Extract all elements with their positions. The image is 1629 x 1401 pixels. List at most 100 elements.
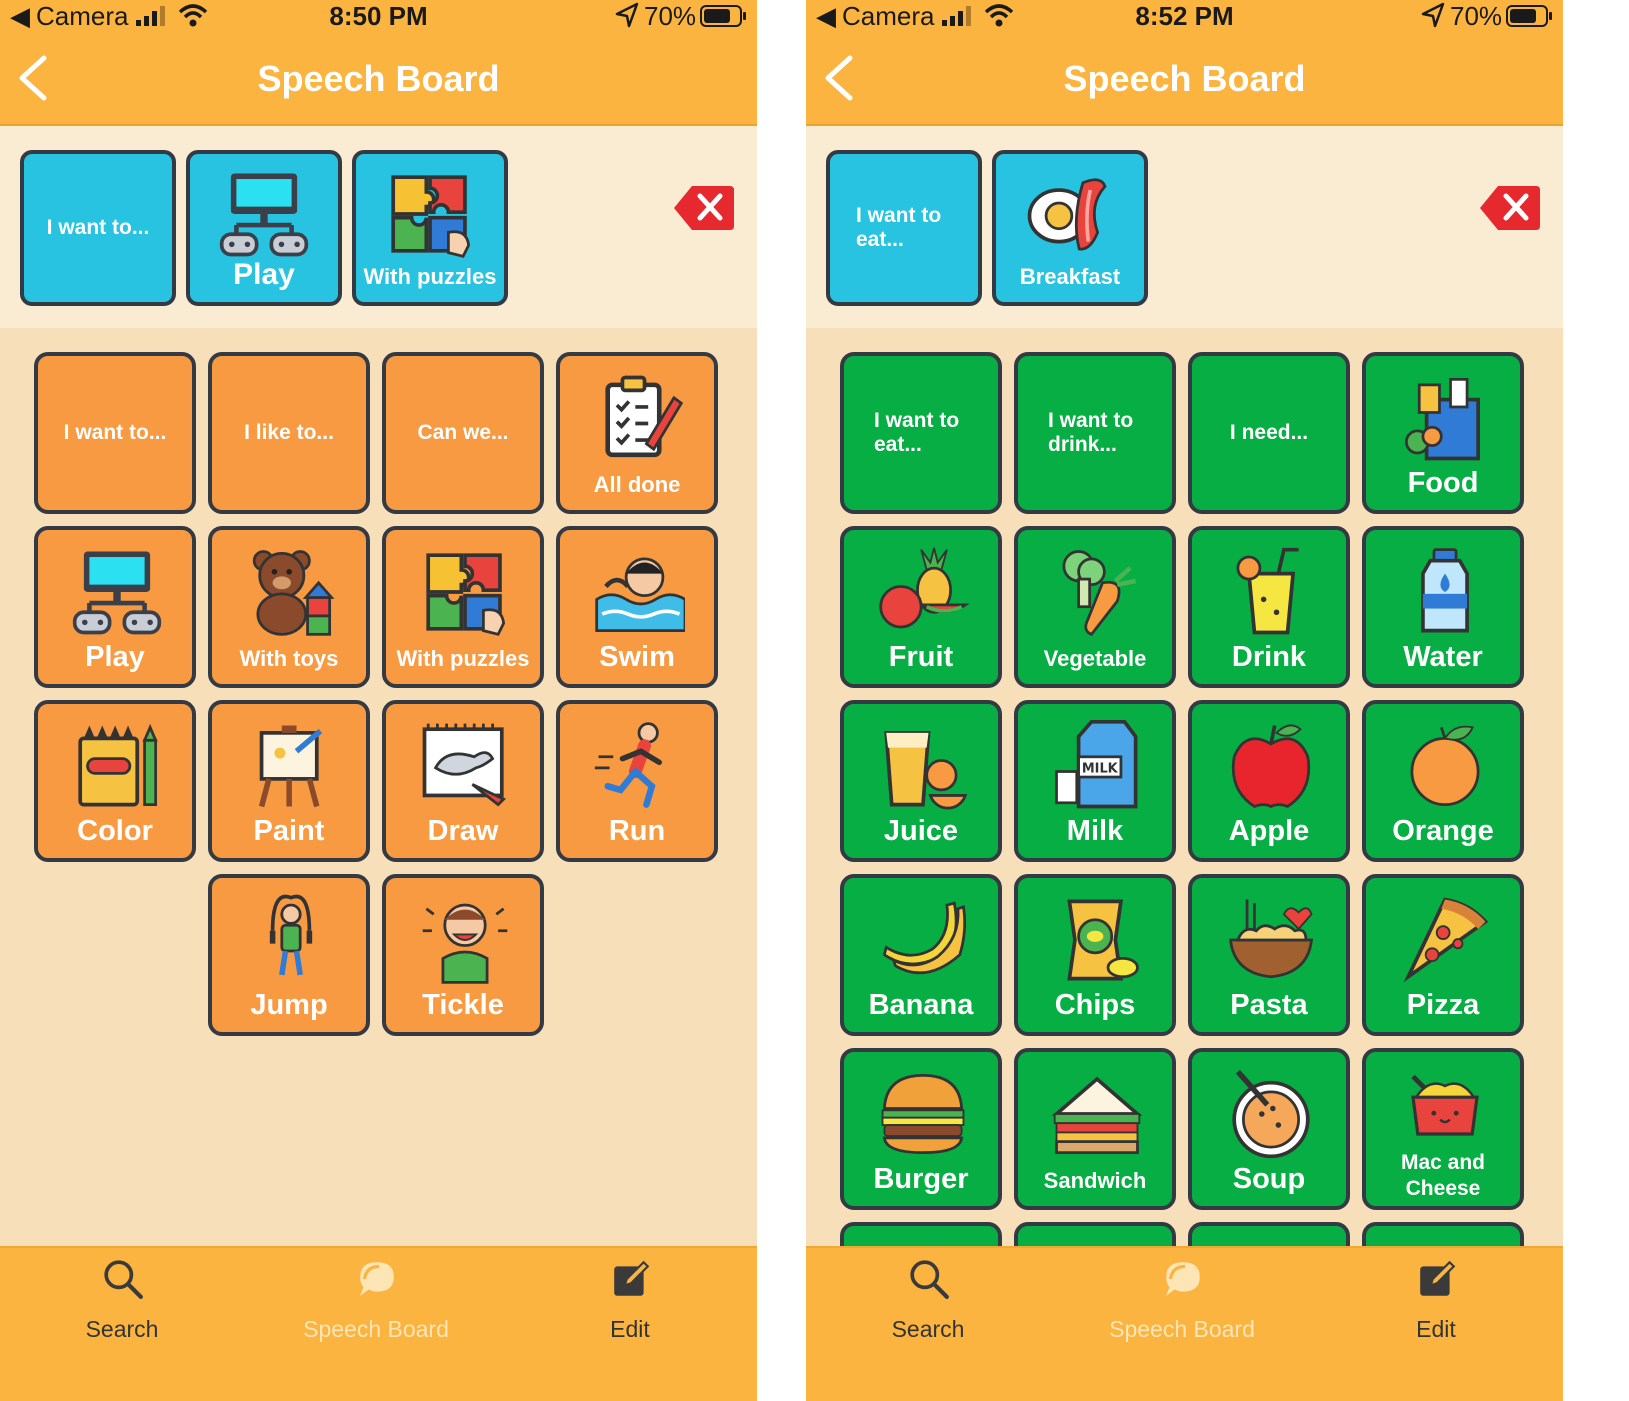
- status-bar: ◀ Camera 8:52 PM 70%: [806, 0, 1563, 34]
- tab-speech-board[interactable]: Speech Board: [1082, 1248, 1282, 1348]
- tile-draw[interactable]: Draw: [382, 700, 544, 862]
- tile-label: Apple: [1228, 815, 1310, 847]
- tile-drink[interactable]: Drink: [1188, 526, 1350, 688]
- tile-pizza[interactable]: Pizza: [1362, 874, 1524, 1036]
- tile-label: Pasta: [1230, 989, 1308, 1021]
- tile-milk[interactable]: Milk: [1014, 700, 1176, 862]
- tile-all-done[interactable]: All done: [556, 352, 718, 514]
- strip-tile-i-want-to[interactable]: I want to...: [20, 150, 176, 306]
- tab-label: Edit: [1416, 1316, 1456, 1342]
- tile-label: I like to...: [244, 421, 334, 444]
- tile-soup[interactable]: Soup: [1188, 1048, 1350, 1210]
- puzzle-icon: [384, 168, 476, 260]
- clear-delete-icon[interactable]: [672, 184, 734, 232]
- tile-vegetable[interactable]: Vegetable: [1014, 526, 1176, 688]
- fruit-icon: [877, 546, 969, 638]
- banana-icon: [877, 894, 969, 986]
- strip-tile-with-puzzles[interactable]: With puzzles: [352, 150, 508, 306]
- tile-label: Can we...: [417, 421, 509, 444]
- tile-label: Fruit: [888, 641, 954, 673]
- tile-label: With toys: [239, 646, 339, 671]
- tile-i-like-to[interactable]: I like to...: [208, 352, 370, 514]
- tile-label: Color: [77, 815, 153, 847]
- clear-delete-icon[interactable]: [1478, 184, 1540, 232]
- tile-label: Vegetable: [1043, 646, 1147, 671]
- tile-apple[interactable]: Apple: [1188, 700, 1350, 862]
- strip-tile-play[interactable]: Play: [186, 150, 342, 306]
- sketchbook-icon: [419, 720, 511, 812]
- tile-label: Jump: [250, 989, 328, 1021]
- tile-i-want-to-eat[interactable]: I want to eat...: [840, 352, 1002, 514]
- navigation-bar: Speech Board: [0, 34, 757, 126]
- tile-burger[interactable]: Burger: [840, 1048, 1002, 1210]
- tab-speech-board[interactable]: Speech Board: [276, 1248, 476, 1348]
- tab-label: Search: [85, 1316, 159, 1342]
- tile-with-toys[interactable]: With toys: [208, 526, 370, 688]
- tile-i-want-to-drink[interactable]: I want to drink...: [1014, 352, 1176, 514]
- tile-banana[interactable]: Banana: [840, 874, 1002, 1036]
- speech-bubble-icon: [1162, 1258, 1204, 1300]
- tab-edit[interactable]: Edit: [1336, 1248, 1536, 1348]
- tile-fruit[interactable]: Fruit: [840, 526, 1002, 688]
- sandwich-icon: [1051, 1068, 1143, 1160]
- tile-label: Food: [1407, 467, 1479, 499]
- tile-i-need[interactable]: I need...: [1188, 352, 1350, 514]
- tile-orange[interactable]: Orange: [1362, 700, 1524, 862]
- tab-edit[interactable]: Edit: [530, 1248, 730, 1348]
- tile-mac-and-cheese[interactable]: Mac and Cheese: [1362, 1048, 1524, 1210]
- tile-color[interactable]: Color: [34, 700, 196, 862]
- search-icon: [102, 1258, 144, 1300]
- tab-search[interactable]: Search: [828, 1248, 1028, 1348]
- puzzle-icon: [419, 546, 511, 638]
- teddy-bear-icon: [245, 546, 337, 638]
- tab-search[interactable]: Search: [22, 1248, 222, 1348]
- soup-icon: [1225, 1068, 1317, 1160]
- strip-tile-i-want-to-eat[interactable]: I want to eat...: [826, 150, 982, 306]
- battery-icon: [700, 4, 748, 28]
- tile-label: Juice: [883, 815, 959, 847]
- chips-icon: [1051, 894, 1143, 986]
- tile-pasta[interactable]: Pasta: [1188, 874, 1350, 1036]
- tile-label: Soup: [1232, 1163, 1306, 1195]
- tile-label: I need...: [1229, 421, 1309, 444]
- edit-icon: [610, 1258, 652, 1300]
- tile-label: Run: [608, 815, 666, 847]
- tile-sandwich[interactable]: Sandwich: [1014, 1048, 1176, 1210]
- tab-label: Edit: [610, 1316, 650, 1342]
- tile-can-we[interactable]: Can we...: [382, 352, 544, 514]
- page-title: Speech Board: [1063, 58, 1306, 99]
- tile-run[interactable]: Run: [556, 700, 718, 862]
- tile-i-want-to[interactable]: I want to...: [34, 352, 196, 514]
- tile-label: I want to drink...: [1048, 409, 1134, 456]
- search-icon: [908, 1258, 950, 1300]
- strip-tile-breakfast[interactable]: Breakfast: [992, 150, 1148, 306]
- tile-play[interactable]: Play: [34, 526, 196, 688]
- mac-and-cheese-icon: [1405, 1062, 1485, 1142]
- sentence-strip: I want to eat... Breakfast: [806, 126, 1563, 328]
- drink-glass-icon: [1225, 546, 1317, 638]
- swimmer-icon: [593, 546, 685, 638]
- tile-chips[interactable]: Chips: [1014, 874, 1176, 1036]
- runner-icon: [593, 720, 685, 812]
- tile-juice[interactable]: Juice: [840, 700, 1002, 862]
- laughing-kid-icon: [419, 894, 511, 986]
- tile-jump[interactable]: Jump: [208, 874, 370, 1036]
- burger-icon: [877, 1068, 969, 1160]
- status-battery-percent: 70%: [644, 1, 697, 31]
- tile-label: Drink: [1231, 641, 1307, 673]
- tile-food[interactable]: Food: [1362, 352, 1524, 514]
- pasta-icon: [1225, 894, 1317, 986]
- tile-swim[interactable]: Swim: [556, 526, 718, 688]
- navigation-bar: Speech Board: [806, 34, 1563, 126]
- location-arrow-icon: [1421, 2, 1445, 28]
- tile-label: I want to eat...: [874, 409, 960, 456]
- tile-label: Pizza: [1406, 989, 1480, 1021]
- tile-with-puzzles[interactable]: With puzzles: [382, 526, 544, 688]
- milk-carton-icon: [1051, 720, 1143, 812]
- tile-water[interactable]: Water: [1362, 526, 1524, 688]
- tile-paint[interactable]: Paint: [208, 700, 370, 862]
- tile-tickle[interactable]: Tickle: [382, 874, 544, 1036]
- location-arrow-icon: [615, 2, 639, 28]
- tab-bar: Search Speech Board Edit: [0, 1246, 757, 1401]
- tile-label: I want to...: [63, 421, 167, 444]
